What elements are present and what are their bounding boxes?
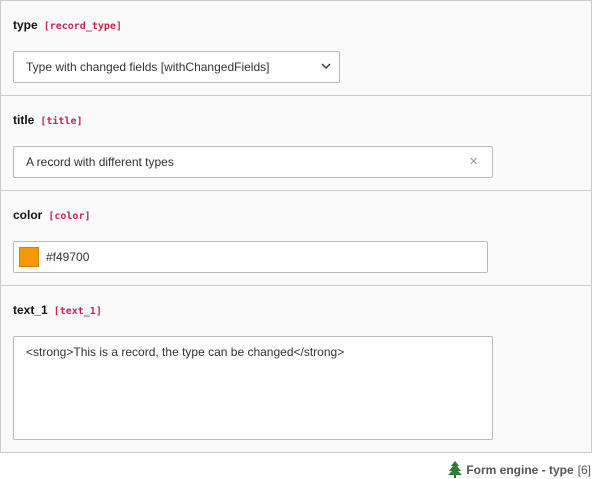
field-label-text: color [13,208,43,222]
record-type-select[interactable]: Type with changed fields [withChangedFie… [13,51,340,83]
field-label-type: type [record_type] [13,18,122,32]
record-type-select-value: Type with changed fields [withChangedFie… [26,60,270,74]
field-label-text: title [13,113,35,127]
chevron-down-icon [321,63,331,69]
field-label-text: type [13,18,38,32]
tree-icon [448,461,463,478]
field-section-color: color [color] #f49700 [1,191,591,286]
color-input-value: #f49700 [46,250,90,264]
record-title[interactable]: Form engine - type [466,463,573,477]
field-key: [title] [40,116,83,127]
title-input-value: A record with different types [26,155,174,169]
clear-icon[interactable]: × [469,154,478,170]
record-footer: Form engine - type [6] [447,461,591,478]
title-input[interactable]: A record with different types × [13,146,493,178]
field-key: [text_1] [53,306,102,317]
record-uid: [6] [577,462,591,477]
color-input[interactable]: #f49700 [13,241,488,273]
color-swatch[interactable] [19,247,39,267]
text-1-textarea-value: <strong>This is a record, the type can b… [26,345,345,359]
field-key: [color] [48,211,91,222]
field-label-color: color [color] [13,208,91,222]
field-label-text: text_1 [13,303,48,317]
field-section-text-1: text_1 [text_1] <strong>This is a record,… [1,286,591,452]
field-key: [record_type] [43,21,122,32]
form-panel: type [record_type] Type with changed fiel… [0,0,592,453]
field-section-type: type [record_type] Type with changed fiel… [1,1,591,96]
field-section-title: title [title] A record with different typ… [1,96,591,191]
text-1-textarea[interactable]: <strong>This is a record, the type can b… [13,336,493,440]
field-label-text-1: text_1 [text_1] [13,303,102,317]
field-label-title: title [title] [13,113,83,127]
